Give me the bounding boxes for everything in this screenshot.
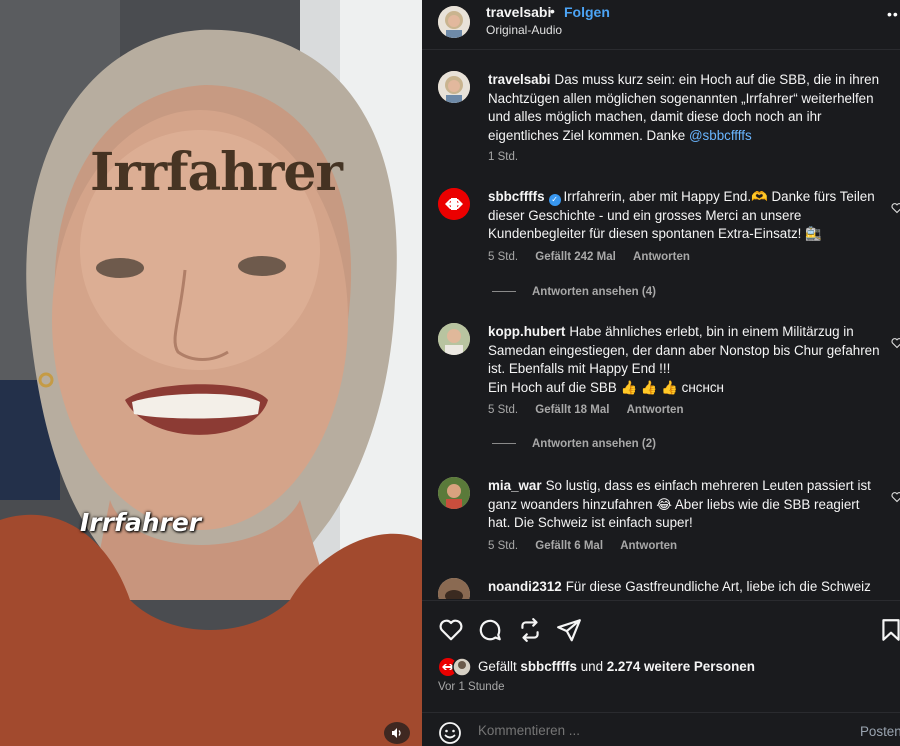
comment-text: Für diese Gastfreundliche Art, liebe ich… <box>565 579 871 594</box>
comment-body: travelsabi Das muss kurz sein: ein Hoch a… <box>488 71 880 145</box>
mention-link[interactable]: @sbbcffffs <box>689 128 752 143</box>
comment-meta: 1 Std. <box>488 151 532 163</box>
comment-likes[interactable]: Gefällt 6 Mal <box>535 540 603 552</box>
avatar-image <box>438 6 470 38</box>
comment-time: 5 Std. <box>488 540 519 552</box>
post-header: travelsabi • Folgen Original-Audio •• <box>422 0 900 50</box>
sbb-avatar[interactable] <box>438 188 470 220</box>
comment-input[interactable] <box>478 723 778 738</box>
likes-summary[interactable]: Gefällt sbbcffffs und 2.274 weitere Pers… <box>478 659 755 674</box>
post-side-panel: travelsabi • Folgen Original-Audio •• tr… <box>422 0 900 746</box>
comment-text: Irrfahrerin, aber mit Happy End.🫶 Danke … <box>488 189 875 241</box>
comment-composer: Posten <box>422 712 900 746</box>
post-actions: Gefällt sbbcffffs und 2.274 weitere Pers… <box>422 600 900 710</box>
header-separator: • <box>550 3 555 19</box>
avatar-image <box>438 323 470 355</box>
bookmark-icon[interactable] <box>878 617 900 643</box>
video-caption-sticker: Irrfahrer <box>80 508 202 537</box>
likes-mid: und <box>576 659 607 674</box>
likes-user[interactable]: sbbcffffs <box>520 659 577 674</box>
view-replies-label: Antworten ansehen (2) <box>532 438 656 450</box>
reply-button[interactable]: Antworten <box>627 404 684 416</box>
comment-text: So lustig, dass es einfach mehreren Leut… <box>488 478 871 530</box>
comment-body: kopp.hubert Habe ähnliches erlebt, bin in… <box>488 323 880 397</box>
avatar-image <box>438 477 470 509</box>
commenter-avatar[interactable] <box>438 323 470 355</box>
repost-icon[interactable] <box>517 617 543 643</box>
view-replies-label: Antworten ansehen (4) <box>532 286 656 298</box>
video-overlay-title: Irrfahrer <box>90 142 343 203</box>
comment-body: mia_war So lustig, dass es einfach mehrer… <box>488 477 880 533</box>
comment-likes[interactable]: Gefällt 242 Mal <box>535 251 616 263</box>
comment-likes[interactable]: Gefällt 18 Mal <box>535 404 609 416</box>
replies-divider <box>492 443 516 445</box>
comment-username[interactable]: mia_war <box>488 478 542 493</box>
reply-button[interactable]: Antworten <box>633 251 690 263</box>
avatar-image <box>438 71 470 103</box>
comment-icon[interactable] <box>477 617 503 643</box>
comment-text-line2: Ein Hoch auf die SBB 👍 👍 👍 ᴄʜᴄʜᴄʜ <box>488 379 724 395</box>
comment-username[interactable]: noandi2312 <box>488 579 562 594</box>
comment-username[interactable]: kopp.hubert <box>488 324 565 339</box>
post-timestamp: Vor 1 Stunde <box>438 681 505 693</box>
comment-body: sbbcffffs ✓ Irrfahrerin, aber mit Happy En… <box>488 188 880 244</box>
author-avatar[interactable] <box>438 6 470 38</box>
comment-body: noandi2312 Für diese Gastfreundliche Art,… <box>488 578 880 597</box>
comment-meta: 5 Std. Gefällt 242 Mal Antworten <box>488 251 704 263</box>
comment-time: 5 Std. <box>488 404 519 416</box>
original-audio-link[interactable]: Original-Audio <box>486 23 562 37</box>
comment-username[interactable]: travelsabi <box>488 72 551 87</box>
send-icon[interactable] <box>556 617 582 643</box>
comment-username[interactable]: sbbcffffs <box>488 189 545 204</box>
reel-video[interactable]: Irrfahrer Irrfahrer <box>0 0 422 746</box>
post-comment-button[interactable]: Posten <box>860 724 900 739</box>
author-avatar[interactable] <box>438 71 470 103</box>
reply-button[interactable]: Antworten <box>620 540 677 552</box>
comment-time: 5 Std. <box>488 251 519 263</box>
comment-time: 1 Std. <box>488 151 519 163</box>
follow-button[interactable]: Folgen <box>564 4 610 20</box>
view-replies-button[interactable]: Antworten ansehen (2) <box>492 438 656 450</box>
comments-list[interactable]: travelsabi Das muss kurz sein: ein Hoch a… <box>422 51 900 599</box>
verified-badge-icon: ✓ <box>548 194 561 206</box>
author-username[interactable]: travelsabi <box>486 4 551 20</box>
comment-meta: 5 Std. Gefällt 6 Mal Antworten <box>488 540 691 552</box>
view-replies-button[interactable]: Antworten ansehen (4) <box>492 286 656 298</box>
comment-like-heart-icon[interactable] <box>891 491 900 503</box>
heart-icon[interactable] <box>438 617 464 643</box>
sbb-logo-icon <box>438 188 470 220</box>
more-dots-icon[interactable]: •• <box>887 6 899 22</box>
comment-like-heart-icon[interactable] <box>891 337 900 349</box>
comment-like-heart-icon[interactable] <box>891 202 900 214</box>
avatar-image <box>438 578 470 599</box>
comment-meta: 5 Std. Gefällt 18 Mal Antworten <box>488 404 697 416</box>
commenter-avatar[interactable] <box>438 477 470 509</box>
mute-toggle-button[interactable] <box>384 722 410 744</box>
commenter-avatar[interactable] <box>438 578 470 599</box>
emoji-smiley-icon[interactable] <box>438 721 462 745</box>
likes-prefix: Gefällt <box>478 659 521 674</box>
liker-avatars <box>439 657 472 677</box>
speaker-icon <box>392 728 401 738</box>
replies-divider <box>492 291 516 293</box>
likes-count[interactable]: 2.274 weitere Personen <box>607 659 755 674</box>
video-frame-illustration <box>0 0 422 746</box>
